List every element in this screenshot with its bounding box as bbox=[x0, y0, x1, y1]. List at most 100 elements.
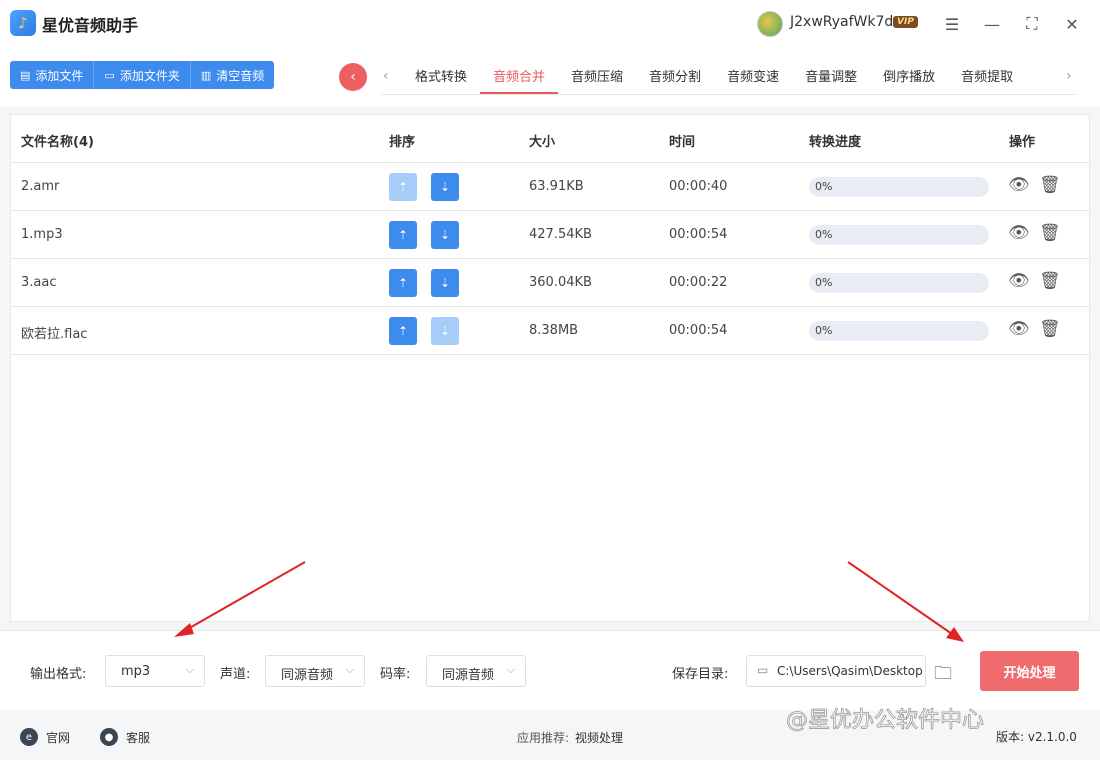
add-file-button[interactable]: ▤ 添加文件 bbox=[10, 61, 95, 89]
save-path-value: C:\Users\Qasim\Desktop bbox=[777, 664, 923, 678]
chevron-down-icon: ⌵ bbox=[345, 663, 354, 676]
header-name: 文件名称(4) bbox=[21, 135, 94, 150]
website-link[interactable]: e 官网 bbox=[20, 728, 70, 746]
progress-bar: 0% bbox=[809, 321, 989, 341]
file-name: 2.amr bbox=[21, 179, 60, 194]
output-settings: 输出格式: mp3 ⌵ 声道: 同源音频 ⌵ 码率: 同源音频 ⌵ 保存目录: … bbox=[0, 630, 1100, 710]
back-button[interactable]: ‹ bbox=[339, 63, 367, 91]
tab-scroll-left-icon[interactable]: ‹ bbox=[383, 68, 389, 84]
trash-icon[interactable]: 🗑 bbox=[1039, 175, 1061, 195]
download-icon: ⇣ bbox=[439, 180, 451, 194]
recommend-link[interactable]: 视频处理 bbox=[575, 731, 623, 745]
move-up-button[interactable]: ⇡ bbox=[389, 173, 417, 201]
progress-text: 0% bbox=[815, 276, 833, 289]
tab-3[interactable]: 音频分割 bbox=[636, 60, 714, 94]
tab-scroll-right-icon[interactable]: › bbox=[1066, 68, 1072, 84]
trash-icon: ▥ bbox=[200, 68, 212, 82]
progress-bar: 0% bbox=[809, 177, 989, 197]
file-duration: 00:00:54 bbox=[669, 227, 728, 242]
support-link[interactable]: ● 客服 bbox=[100, 728, 150, 746]
eye-icon[interactable]: 👁 bbox=[1008, 271, 1030, 291]
channel-value: 同源音频 bbox=[281, 668, 334, 683]
tabs-divider bbox=[382, 94, 1076, 95]
move-up-button[interactable]: ⇡ bbox=[389, 269, 417, 297]
chevron-left-icon: ‹ bbox=[350, 69, 356, 85]
footer: e 官网 ● 客服 应用推荐: 视频处理 版本: v2.1.0.0 bbox=[0, 710, 1100, 760]
app-title: 星优音频助手 bbox=[42, 16, 139, 35]
file-name: 3.aac bbox=[21, 275, 57, 290]
clear-audio-label: 清空音频 bbox=[216, 68, 265, 83]
trash-icon[interactable]: 🗑 bbox=[1039, 271, 1061, 291]
tab-2[interactable]: 音频压缩 bbox=[558, 60, 636, 94]
support-label: 客服 bbox=[126, 730, 151, 745]
bitrate-select[interactable]: 同源音频 ⌵ bbox=[426, 655, 526, 687]
user-name[interactable]: J2xwRyafWk7d bbox=[790, 14, 893, 30]
progress-text: 0% bbox=[815, 180, 833, 193]
minimize-icon[interactable]: — bbox=[980, 12, 1004, 36]
tab-6[interactable]: 倒序播放 bbox=[870, 60, 948, 94]
recommend-label: 应用推荐: bbox=[517, 731, 570, 745]
tab-7[interactable]: 音频提取 bbox=[948, 60, 1026, 94]
progress-text: 0% bbox=[815, 228, 833, 241]
avatar[interactable] bbox=[757, 11, 783, 37]
clear-audio-button[interactable]: ▥ 清空音频 bbox=[190, 61, 275, 89]
open-folder-icon[interactable]: 🗀 bbox=[934, 661, 952, 691]
table-header: 文件名称(4) 排序 大小 时间 转换进度 操作 bbox=[11, 115, 1089, 163]
version-text: 版本: v2.1.0.0 bbox=[996, 730, 1077, 744]
download-icon: ⇣ bbox=[439, 228, 451, 242]
file-size: 427.54KB bbox=[529, 227, 592, 242]
chevron-down-icon: ⌵ bbox=[185, 663, 194, 676]
add-file-label: 添加文件 bbox=[35, 68, 84, 83]
move-up-button[interactable]: ⇡ bbox=[389, 317, 417, 345]
folder-icon: ▭ bbox=[757, 663, 769, 677]
move-down-button[interactable]: ⇣ bbox=[431, 317, 459, 345]
tab-0[interactable]: 格式转换 bbox=[402, 60, 480, 94]
chevron-down-icon: ⌵ bbox=[506, 663, 515, 676]
format-select[interactable]: mp3 ⌵ bbox=[105, 655, 205, 687]
tab-1[interactable]: 音频合并 bbox=[480, 60, 559, 94]
add-folder-button[interactable]: ▭ 添加文件夹 bbox=[94, 61, 191, 89]
feature-tabs: 格式转换 音频合并 音频压缩 音频分割 音频变速 音量调整 倒序播放 音频提取 bbox=[402, 60, 1026, 94]
website-label: 官网 bbox=[46, 730, 71, 745]
channel-label: 声道: bbox=[220, 667, 251, 682]
start-button[interactable]: 开始处理 bbox=[980, 651, 1079, 691]
tab-4[interactable]: 音频变速 bbox=[714, 60, 792, 94]
header-sort: 排序 bbox=[389, 135, 416, 150]
trash-icon[interactable]: 🗑 bbox=[1039, 319, 1061, 339]
close-icon[interactable]: ✕ bbox=[1060, 12, 1084, 36]
move-up-button[interactable]: ⇡ bbox=[389, 221, 417, 249]
download-icon: ⇣ bbox=[439, 324, 451, 338]
progress-text: 0% bbox=[815, 324, 833, 337]
format-value: mp3 bbox=[121, 664, 151, 679]
download-icon: ⇣ bbox=[439, 276, 451, 290]
move-down-button[interactable]: ⇣ bbox=[431, 269, 459, 297]
file-button-group: ▤ 添加文件 ▭ 添加文件夹 ▥ 清空音频 bbox=[10, 61, 275, 89]
file-name: 欧若拉.flac bbox=[21, 327, 88, 342]
header-actions: 操作 bbox=[1009, 135, 1036, 150]
browser-icon: e bbox=[20, 728, 38, 746]
file-icon: ▤ bbox=[20, 68, 31, 82]
file-size: 360.04KB bbox=[529, 275, 592, 290]
file-size: 63.91KB bbox=[529, 179, 584, 194]
channel-select[interactable]: 同源音频 ⌵ bbox=[265, 655, 365, 687]
toolbar: ▤ 添加文件 ▭ 添加文件夹 ▥ 清空音频 ‹ ‹ 格式转换 音频合并 音频压缩 音频… bbox=[0, 48, 1100, 106]
chat-icon: ● bbox=[100, 728, 118, 746]
file-table: 文件名称(4) 排序 大小 时间 转换进度 操作 2.amr ⇡ ⇣ 63.91KB 0… bbox=[10, 114, 1090, 622]
trash-icon[interactable]: 🗑 bbox=[1039, 223, 1061, 243]
save-path-input[interactable]: ▭ C:\Users\Qasim\Desktop bbox=[746, 655, 926, 687]
move-down-button[interactable]: ⇣ bbox=[431, 173, 459, 201]
format-label: 输出格式: bbox=[30, 667, 87, 682]
save-dir-label: 保存目录: bbox=[672, 667, 729, 682]
eye-icon[interactable]: 👁 bbox=[1008, 223, 1030, 243]
move-down-button[interactable]: ⇣ bbox=[431, 221, 459, 249]
bitrate-value: 同源音频 bbox=[442, 668, 495, 683]
upload-icon: ⇡ bbox=[397, 276, 409, 290]
settings-icon[interactable]: ☰ bbox=[940, 12, 964, 36]
folder-icon: ▭ bbox=[104, 68, 115, 82]
maximize-icon[interactable]: ⛶ bbox=[1020, 12, 1044, 36]
eye-icon[interactable]: 👁 bbox=[1008, 175, 1030, 195]
header-time: 时间 bbox=[669, 135, 696, 150]
upload-icon: ⇡ bbox=[397, 180, 409, 194]
tab-5[interactable]: 音量调整 bbox=[792, 60, 870, 94]
eye-icon[interactable]: 👁 bbox=[1008, 319, 1030, 339]
